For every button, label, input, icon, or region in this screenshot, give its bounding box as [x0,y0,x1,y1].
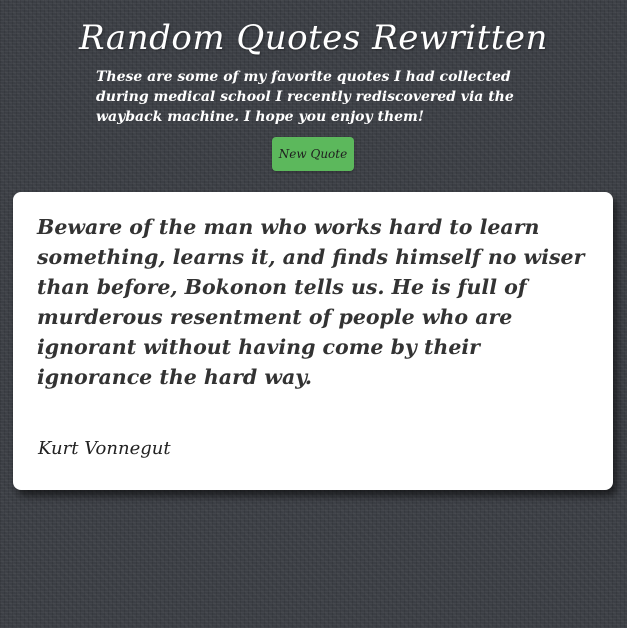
quote-text: Beware of the man who works hard to lear… [37,215,585,389]
quote-author: Kurt Vonnegut [38,438,171,459]
intro-text: These are some of my favorite quotes I h… [96,69,514,125]
quote-card: Beware of the man who works hard to lear… [13,192,613,490]
page-header: Random Quotes Rewritten These are some o… [0,0,627,185]
new-quote-button[interactable]: New Quote [272,137,354,171]
page-title: Random Quotes Rewritten [79,18,548,58]
